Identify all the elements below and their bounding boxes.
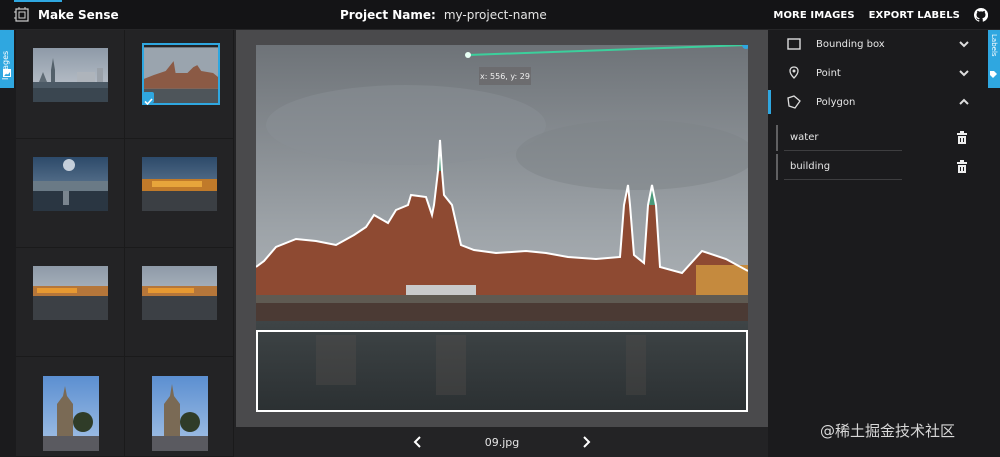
export-labels-button[interactable]: EXPORT LABELS [869, 10, 960, 21]
images-side-tab[interactable]: Images [0, 30, 14, 88]
project-name-input[interactable]: my-project-name [444, 8, 547, 22]
thumbnail-cell[interactable] [125, 139, 234, 248]
image-canvas[interactable] [256, 45, 748, 412]
thumbnail-cell[interactable] [16, 357, 125, 457]
label-name-input[interactable]: water [784, 125, 902, 151]
cursor-coordinate-readout: x: 556, y: 29 [479, 67, 531, 85]
thumbnail-image[interactable] [152, 376, 208, 451]
brand-active-indicator [14, 0, 62, 2]
tool-point[interactable]: Point [768, 59, 988, 87]
label-name-input[interactable]: building [784, 154, 902, 180]
image-navigation-bar: 09.jpg [236, 427, 768, 457]
chevron-down-icon[interactable] [958, 68, 970, 78]
image-thumbnails-panel [16, 30, 236, 457]
current-filename: 09.jpg [484, 435, 520, 449]
polygon-icon [787, 95, 801, 109]
thumbnail-image[interactable] [144, 45, 218, 103]
labels-tab-label: Labels [990, 34, 998, 57]
label-color-bar [776, 125, 778, 151]
thumbnail-cell-selected[interactable] [125, 30, 234, 139]
thumbnail-image[interactable] [33, 157, 108, 211]
brand[interactable]: Make Sense [14, 0, 119, 30]
previous-image-button[interactable] [411, 435, 425, 449]
project-name-label: Project Name: [340, 8, 436, 22]
make-sense-logo-icon [14, 7, 29, 22]
chevron-right-icon [583, 436, 591, 448]
selected-checkbox[interactable] [143, 92, 154, 106]
next-image-button[interactable] [579, 435, 593, 449]
editor-workspace: x: 556, y: 29 [236, 30, 768, 427]
project-name-area: Project Name: my-project-name [340, 0, 547, 30]
watermark-text: @稀土掘金技术社区 [820, 422, 956, 440]
tool-polygon[interactable]: Polygon [768, 88, 988, 116]
label-entry-building: building [776, 154, 982, 180]
label-color-bar [776, 154, 778, 180]
labels-side-tab[interactable]: Labels [988, 30, 1000, 88]
label-entry-water: water [776, 125, 982, 151]
app-title: Make Sense [38, 8, 119, 22]
labels-panel: Bounding box Point Polygon water buildin… [768, 30, 988, 457]
thumbnail-cell[interactable] [16, 248, 125, 357]
thumbnail-image[interactable] [33, 48, 108, 102]
tool-bounding-box[interactable]: Bounding box [768, 30, 988, 58]
thumbnail-cell[interactable] [125, 248, 234, 357]
chevron-down-icon[interactable] [958, 39, 970, 49]
tag-icon [990, 71, 997, 78]
thumbnail-cell[interactable] [16, 30, 125, 139]
thumbnail-image[interactable] [33, 266, 108, 320]
thumbnail-cell[interactable] [125, 357, 234, 457]
bounding-box-icon [787, 38, 801, 50]
thumbnail-image[interactable] [43, 376, 99, 451]
thumbnail-image[interactable] [142, 266, 217, 320]
tool-label: Polygon [816, 96, 856, 108]
thumbnail-cell[interactable] [16, 139, 125, 248]
trash-icon[interactable] [956, 160, 968, 174]
images-tab-label: Images [1, 50, 10, 80]
polygon-anchor-point[interactable] [465, 52, 471, 58]
trash-icon[interactable] [956, 131, 968, 145]
top-navigation-bar: Make Sense Project Name: my-project-name… [0, 0, 1000, 30]
github-icon[interactable] [974, 8, 988, 22]
chevron-left-icon [413, 436, 421, 448]
app-root: Make Sense Project Name: my-project-name… [0, 0, 1000, 457]
thumbnail-image[interactable] [142, 157, 217, 211]
top-actions: MORE IMAGES EXPORT LABELS [773, 0, 1000, 30]
point-icon [789, 66, 799, 79]
checkmark-icon [144, 98, 153, 106]
chevron-up-icon[interactable] [958, 97, 970, 107]
tool-label: Point [816, 67, 841, 79]
more-images-button[interactable]: MORE IMAGES [773, 10, 854, 21]
tool-label: Bounding box [816, 38, 885, 50]
